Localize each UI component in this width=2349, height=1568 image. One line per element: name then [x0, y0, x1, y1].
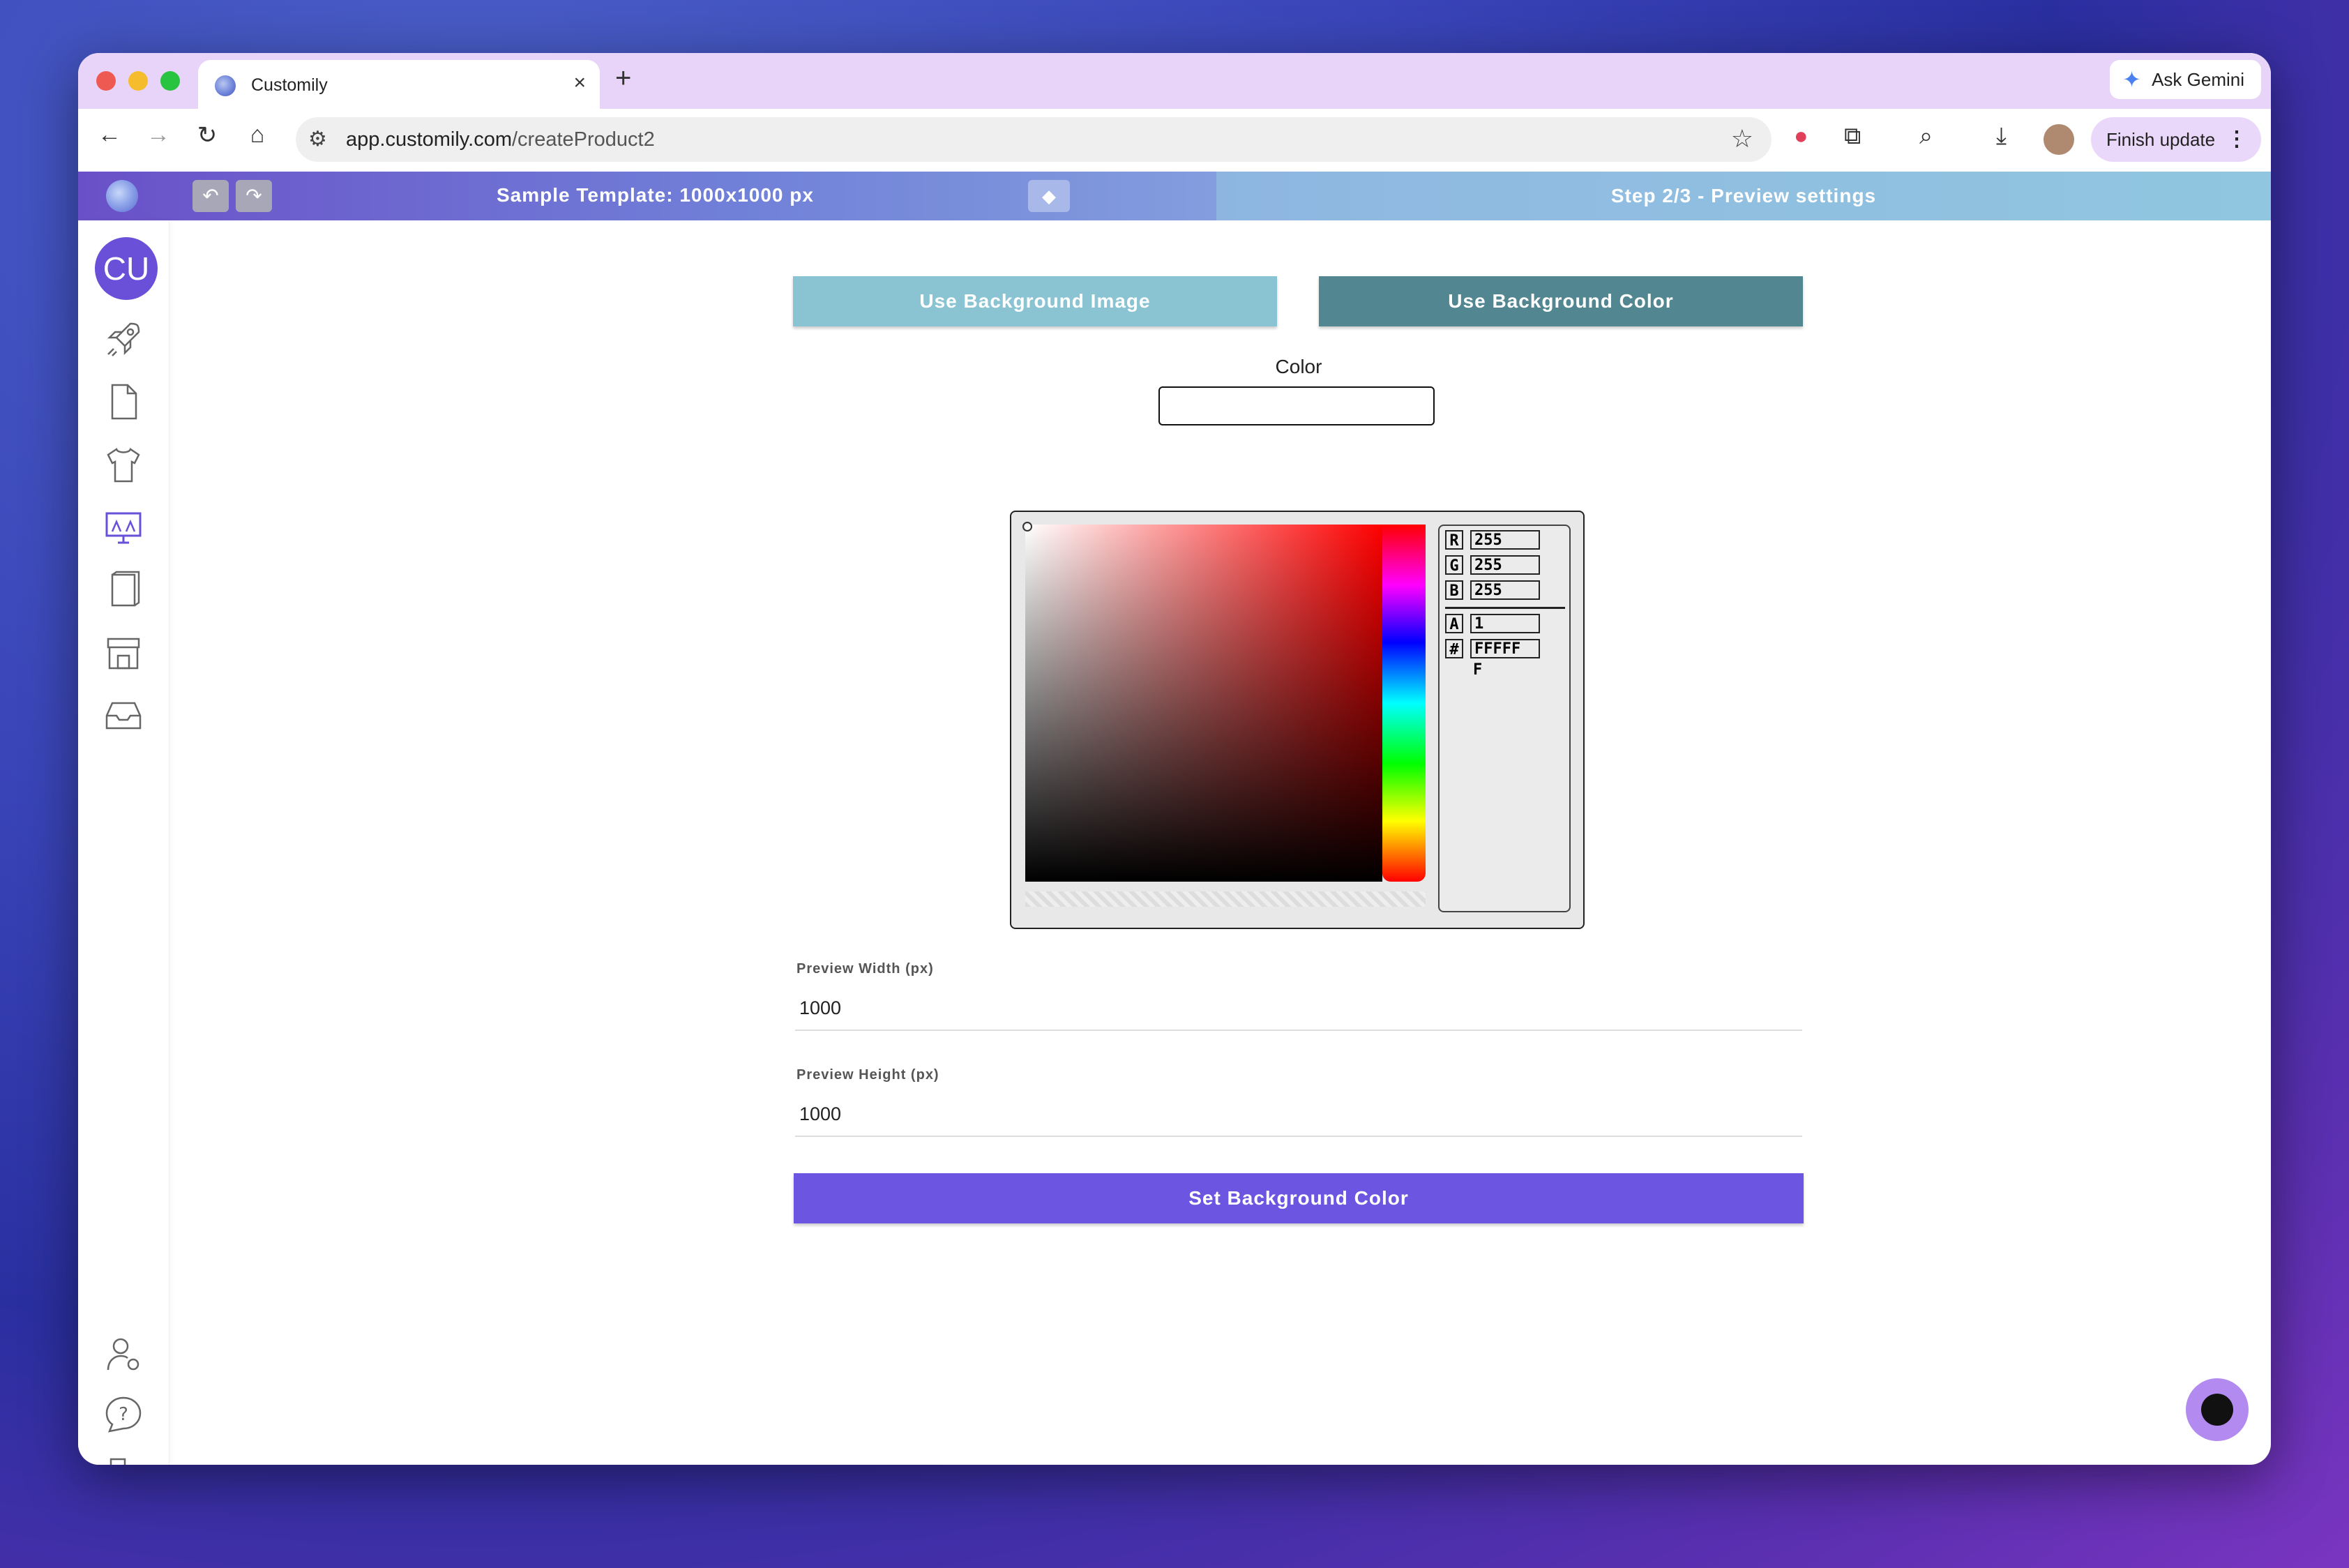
template-title: Sample Template: 1000x1000 px: [497, 184, 814, 206]
hue-slider[interactable]: [1382, 525, 1426, 882]
step-indicator: Step 2/3 - Preview settings: [1216, 172, 2271, 220]
finish-update-label: Finish update: [2106, 129, 2216, 150]
book-icon[interactable]: [103, 569, 144, 611]
sidebar: CU ?: [78, 220, 169, 1465]
set-background-color-button[interactable]: Set Background Color: [794, 1173, 1804, 1223]
red-input[interactable]: 255: [1470, 530, 1540, 550]
green-label: G: [1445, 555, 1463, 575]
minimize-window-button[interactable]: [128, 71, 148, 91]
browser-window: Customily × + ✦ Ask Gemini ← → ↻ ⌂ ⚙ app…: [78, 53, 2271, 1465]
preview-width-underline: [795, 1030, 1802, 1031]
tab-strip: Customily × + ✦ Ask Gemini: [78, 53, 2271, 109]
logout-icon[interactable]: [103, 1455, 144, 1465]
new-tab-button[interactable]: +: [615, 63, 631, 94]
preview-width-label: Preview Width (px): [796, 961, 934, 977]
gemini-sparkle-icon: ✦: [2122, 67, 2141, 92]
download-icon[interactable]: ⤓: [1996, 123, 2007, 150]
app-header: ↶ ↷ Sample Template: 1000x1000 px ◆ Step…: [78, 172, 2271, 220]
inbox-icon[interactable]: [103, 695, 144, 737]
address-bar[interactable]: ⚙ app.customily.com/createProduct2 ☆: [296, 117, 1772, 162]
user-settings-icon[interactable]: [103, 1334, 144, 1375]
monitor-icon[interactable]: [103, 506, 144, 548]
chat-bubble-icon: [2201, 1394, 2233, 1426]
bookmark-star-icon[interactable]: ☆: [1731, 124, 1753, 153]
blue-input[interactable]: 255: [1470, 580, 1540, 600]
preview-width-input[interactable]: 1000: [799, 997, 841, 1019]
preview-height-input[interactable]: 1000: [799, 1103, 841, 1125]
fields-divider: [1445, 607, 1565, 609]
back-arrow-icon[interactable]: ←: [92, 121, 127, 149]
hex-input[interactable]: FFFFF: [1470, 639, 1540, 658]
color-picker: R 255 G 255 B 255 A 1 # FFFFF F: [1010, 511, 1585, 929]
browser-toolbar: ← → ↻ ⌂ ⚙ app.customily.com/createProduc…: [78, 109, 2271, 172]
ask-gemini-button[interactable]: ✦ Ask Gemini: [2110, 60, 2261, 99]
url-domain: app.customily.com: [346, 128, 512, 151]
more-menu-icon[interactable]: ⋮: [2226, 117, 2247, 162]
blue-label: B: [1445, 580, 1463, 600]
url-text[interactable]: app.customily.com/createProduct2: [346, 128, 655, 151]
color-input[interactable]: [1158, 386, 1435, 425]
tag-button[interactable]: ◆: [1028, 180, 1070, 212]
store-icon[interactable]: [103, 632, 144, 674]
site-settings-icon[interactable]: ⚙: [308, 127, 327, 151]
alpha-input[interactable]: 1: [1470, 614, 1540, 633]
hex-overflow-text: F: [1473, 661, 1483, 679]
tab-close-icon[interactable]: ×: [573, 71, 586, 95]
tag-icon: ◆: [1042, 186, 1056, 206]
color-cursor-icon[interactable]: [1022, 522, 1032, 532]
chat-widget-button[interactable]: [2186, 1378, 2249, 1441]
profile-avatar-icon[interactable]: [2044, 124, 2074, 155]
hex-label: #: [1445, 639, 1463, 658]
alpha-label: A: [1445, 614, 1463, 633]
tab-search-icon[interactable]: ⌕: [1919, 123, 1933, 150]
red-label: R: [1445, 530, 1463, 550]
color-fields-panel: R 255 G 255 B 255 A 1 # FFFFF F: [1438, 525, 1571, 912]
extensions-puzzle-icon[interactable]: ⧉: [1844, 123, 1861, 150]
use-background-color-button[interactable]: Use Background Color: [1319, 276, 1803, 326]
ask-gemini-label: Ask Gemini: [2152, 69, 2244, 90]
tshirt-icon[interactable]: [103, 444, 144, 485]
alpha-slider[interactable]: [1025, 891, 1426, 907]
customily-logo-icon[interactable]: [106, 180, 138, 212]
rocket-icon[interactable]: [103, 318, 144, 360]
extension-raspberry-icon[interactable]: ●: [1794, 123, 1808, 150]
forward-arrow-icon[interactable]: →: [141, 121, 176, 149]
undo-button[interactable]: ↶: [192, 180, 229, 212]
green-input[interactable]: 255: [1470, 555, 1540, 575]
redo-button[interactable]: ↷: [236, 180, 272, 212]
help-icon[interactable]: ?: [103, 1394, 144, 1435]
saturation-value-area[interactable]: [1022, 522, 1382, 882]
document-icon[interactable]: [103, 381, 144, 423]
maximize-window-button[interactable]: [160, 71, 180, 91]
reload-icon[interactable]: ↻: [190, 121, 225, 149]
preview-height-underline: [795, 1136, 1802, 1137]
svg-text:?: ?: [119, 1404, 128, 1425]
preview-height-label: Preview Height (px): [796, 1067, 939, 1083]
finish-update-button[interactable]: Finish update ⋮: [2091, 117, 2261, 162]
customily-favicon-icon: [215, 75, 236, 96]
close-window-button[interactable]: [96, 71, 116, 91]
browser-tab[interactable]: Customily ×: [198, 60, 600, 109]
url-path: /createProduct2: [512, 128, 655, 151]
use-background-image-button[interactable]: Use Background Image: [793, 276, 1277, 326]
main-content: Use Background Image Use Background Colo…: [169, 220, 2271, 1465]
tab-title: Customily: [251, 75, 328, 95]
color-label: Color: [1275, 356, 1322, 377]
home-icon[interactable]: ⌂: [240, 121, 275, 149]
user-avatar[interactable]: CU: [95, 237, 158, 300]
